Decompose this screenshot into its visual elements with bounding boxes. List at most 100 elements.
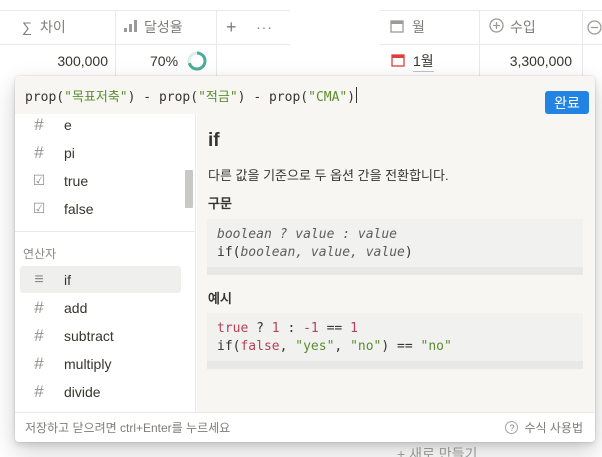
ex-token: "no" [350, 339, 382, 354]
function-docs: if 다른 값을 기준으로 두 옵션 간을 전환합니다. 구문 boolean … [197, 114, 595, 412]
ex-token: == [318, 321, 351, 336]
syntax-close: ) [404, 245, 413, 260]
progress-ring [187, 51, 207, 71]
hash-icon: # [34, 114, 44, 134]
new-row-button[interactable]: + 새로 만들기 [397, 444, 477, 457]
column-header-month-label: 월 [412, 19, 425, 35]
syntax-line-1: boolean ? value : value [217, 227, 398, 242]
hash-icon: # [34, 325, 44, 345]
doc-title: if [208, 130, 220, 151]
formula-input[interactable]: prop("목표저축") - prop("적금") - prop("CMA") [15, 76, 595, 114]
doc-description: 다른 값을 기준으로 두 옵션 간을 전환합니다. [208, 168, 449, 183]
formula-token: prop( [268, 89, 309, 105]
list-item-label: e [64, 116, 72, 133]
month-link[interactable]: 1월 [413, 51, 434, 72]
help-label: 수식 사용법 [524, 421, 583, 435]
list-item-label: multiply [64, 355, 112, 372]
list-item-add[interactable]: # add [20, 294, 181, 321]
formula-token: ) [347, 89, 356, 105]
formula-token: - [245, 89, 269, 105]
ex-token: : [279, 321, 304, 336]
ex-token: ) == [381, 339, 421, 354]
divider [380, 10, 602, 11]
ex-token: , [334, 339, 351, 354]
list-item-label: pi [64, 144, 75, 161]
divider [115, 10, 116, 77]
ex-token: "no" [420, 339, 452, 354]
text-caret [356, 87, 358, 103]
plus-circle-icon [489, 18, 504, 36]
editor-footer: 저장하고 닫으려면 ctrl+Enter를 누르세요 ? 수식 사용법 [15, 412, 595, 442]
calendar-icon [390, 19, 404, 36]
checkbox-icon: ☑ [32, 200, 46, 216]
formula-token: "목표저축" [64, 89, 128, 105]
cell-diff[interactable]: 300,000 [20, 50, 108, 72]
column-header-rate-label: 달성율 [144, 19, 183, 35]
list-item-label: add [64, 299, 88, 316]
list-item-label: divide [64, 383, 101, 400]
column-header-rate[interactable]: 달성율 [124, 10, 183, 44]
list-item-subtract[interactable]: # subtract [20, 322, 181, 349]
bars-icon [124, 19, 137, 35]
example-code: true ? 1 : -1 == 1 if(false, "yes", "no"… [207, 313, 583, 369]
column-header-month[interactable]: 월 [390, 10, 425, 44]
formula-token: prop( [158, 89, 199, 105]
formula-token: ) [237, 89, 246, 105]
add-column-button[interactable]: + [226, 10, 237, 44]
question-icon: ? [505, 421, 519, 434]
formula-text: prop("목표저축") - prop("적금") - prop("CMA") [25, 86, 355, 105]
cell-income[interactable]: 3,300,000 [486, 50, 572, 72]
more-button[interactable]: ··· [256, 10, 273, 44]
formula-token: "적금" [198, 89, 238, 105]
checkbox-icon: ☑ [32, 172, 46, 188]
ex-token: , [279, 339, 296, 354]
syntax-args: boolean, value, value [240, 245, 405, 260]
hash-icon: # [34, 381, 44, 401]
ex-token: true [217, 321, 249, 336]
ex-token: "yes" [295, 339, 335, 354]
list-item-e[interactable]: # e [20, 114, 181, 138]
done-button[interactable]: 완료 [545, 91, 589, 114]
column-header-income-label: 수입 [510, 19, 536, 35]
syntax-fn: if( [217, 245, 241, 260]
ex-token: if( [217, 339, 241, 354]
formula-help-link[interactable]: ? 수식 사용법 [505, 419, 583, 436]
cell-rate[interactable]: 70% [150, 50, 207, 72]
divider [0, 44, 290, 45]
list-item-true[interactable]: ☑ true [20, 167, 181, 194]
lines-icon: ≡ [34, 270, 44, 288]
divider [582, 10, 583, 77]
cell-month[interactable]: 1월 [391, 50, 434, 72]
ex-token: 1 [350, 321, 358, 336]
divider [380, 44, 602, 45]
ex-token: -1 [303, 321, 319, 336]
divider [479, 10, 480, 77]
list-item-label: if [64, 271, 71, 288]
list-scrollbar[interactable] [185, 170, 193, 208]
section-divider [15, 231, 195, 232]
hash-icon: # [34, 353, 44, 373]
syntax-heading: 구문 [208, 196, 232, 211]
minus-circle-icon[interactable] [587, 10, 602, 44]
ex-token: 1 [271, 321, 280, 336]
list-item-if[interactable]: ≡ if [20, 266, 181, 293]
list-item-false[interactable]: ☑ false [20, 195, 181, 222]
formula-token: - [135, 89, 159, 105]
list-item-pi[interactable]: # pi [20, 139, 181, 166]
syntax-code: boolean ? value : value if(boolean, valu… [207, 219, 583, 275]
formula-token: "CMA" [308, 89, 348, 105]
list-item-divide[interactable]: # divide [20, 378, 181, 405]
list-item-label: false [64, 200, 94, 217]
function-list[interactable]: # e # pi ☑ true ☑ false 연산자 ≡ if # add #… [15, 114, 196, 412]
column-header-diff[interactable]: ∑ 차이 [22, 10, 66, 44]
hash-icon: # [34, 297, 44, 317]
list-item-label: true [64, 172, 89, 189]
list-item-multiply[interactable]: # multiply [20, 350, 181, 377]
column-header-diff-label: 차이 [39, 19, 66, 35]
ex-token: ? [248, 321, 272, 336]
formula-editor: prop("목표저축") - prop("적금") - prop("CMA") … [15, 76, 595, 442]
example-heading: 예시 [208, 291, 232, 306]
hash-icon: # [34, 142, 44, 162]
column-header-income[interactable]: 수입 [489, 10, 536, 44]
section-label-operators: 연산자 [23, 247, 57, 261]
